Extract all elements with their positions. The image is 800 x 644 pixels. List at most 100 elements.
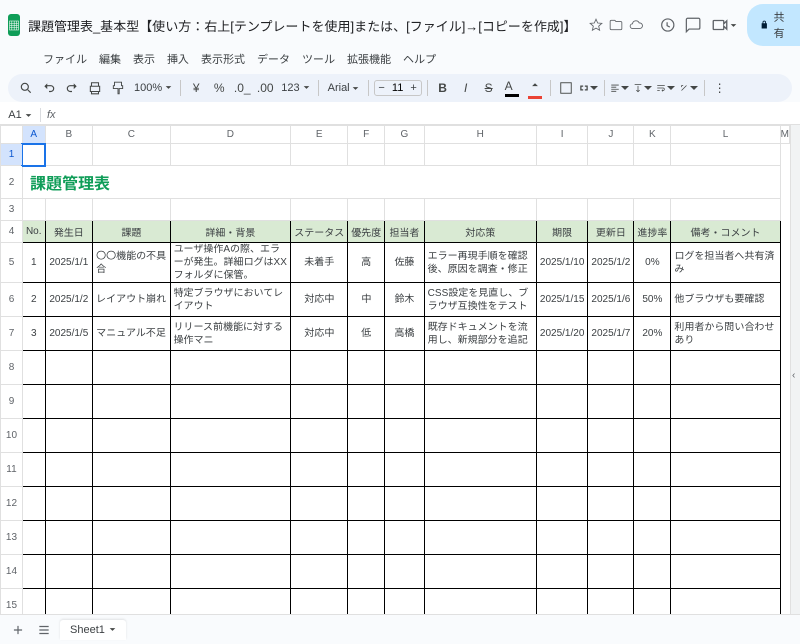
font-size-input[interactable]: [389, 82, 407, 94]
share-button[interactable]: 共有: [747, 4, 800, 46]
row-header[interactable]: 13: [1, 521, 23, 555]
cell[interactable]: エラー再現手順を確認後、原因を調査・修正: [424, 243, 536, 283]
cell[interactable]: 低: [348, 317, 385, 351]
cell[interactable]: 対応中: [291, 283, 348, 317]
cell[interactable]: 50%: [634, 283, 671, 317]
menu-data[interactable]: データ: [252, 48, 295, 70]
formula-input[interactable]: [62, 109, 800, 121]
font-size-plus[interactable]: +: [407, 81, 421, 95]
cloud-icon[interactable]: [629, 18, 643, 32]
cell[interactable]: CSS設定を見直し、ブラウザ互換性をテスト: [424, 283, 536, 317]
col-header[interactable]: M: [780, 126, 789, 144]
menu-view[interactable]: 表示: [128, 48, 160, 70]
valign-button[interactable]: [633, 78, 653, 98]
print-icon[interactable]: [85, 78, 105, 98]
cell[interactable]: ログを担当者へ共有済み: [671, 243, 780, 283]
table-header[interactable]: 更新日: [588, 221, 634, 243]
cell[interactable]: 他ブラウザも要確認: [671, 283, 780, 317]
cell[interactable]: 〇〇機能の不具合: [93, 243, 170, 283]
table-header[interactable]: 対応策: [424, 221, 536, 243]
row-header[interactable]: 1: [1, 144, 23, 166]
redo-icon[interactable]: [62, 78, 82, 98]
font-select[interactable]: Arial: [324, 82, 363, 94]
paint-format-icon[interactable]: [108, 78, 128, 98]
row-header[interactable]: 15: [1, 589, 23, 615]
table-header[interactable]: 備考・コメント: [671, 221, 780, 243]
comment-icon[interactable]: [685, 16, 701, 34]
cell[interactable]: 中: [348, 283, 385, 317]
menu-tools[interactable]: ツール: [297, 48, 340, 70]
row-header[interactable]: 12: [1, 487, 23, 521]
row-header[interactable]: 4: [1, 221, 23, 243]
zoom-select[interactable]: 100%: [131, 82, 175, 94]
search-menus-icon[interactable]: [16, 78, 36, 98]
col-header[interactable]: J: [588, 126, 634, 144]
cell[interactable]: [22, 351, 45, 385]
currency-icon[interactable]: ¥: [186, 78, 206, 98]
cell[interactable]: 既存ドキュメントを流用し、新規部分を追記: [424, 317, 536, 351]
rotate-button[interactable]: [679, 78, 699, 98]
col-header[interactable]: L: [671, 126, 780, 144]
cell[interactable]: 2025/1/1: [45, 243, 93, 283]
sheet-tab[interactable]: Sheet1: [60, 620, 126, 640]
cell[interactable]: 佐藤: [385, 243, 424, 283]
meet-icon[interactable]: [711, 16, 737, 34]
folder-icon[interactable]: [609, 18, 623, 32]
undo-icon[interactable]: [39, 78, 59, 98]
col-header[interactable]: I: [536, 126, 588, 144]
fill-color-button[interactable]: [525, 78, 545, 98]
table-header[interactable]: ステータス: [291, 221, 348, 243]
format-number-select[interactable]: 123: [278, 82, 312, 94]
col-header[interactable]: G: [385, 126, 424, 144]
col-header[interactable]: A: [22, 126, 45, 144]
row-header[interactable]: 7: [1, 317, 23, 351]
sheets-logo[interactable]: ▦: [8, 14, 20, 36]
borders-button[interactable]: [556, 78, 576, 98]
font-size-minus[interactable]: −: [375, 81, 389, 95]
col-header[interactable]: K: [634, 126, 671, 144]
row-header[interactable]: 11: [1, 453, 23, 487]
percent-icon[interactable]: %: [209, 78, 229, 98]
row-header[interactable]: 9: [1, 385, 23, 419]
menu-file[interactable]: ファイル: [38, 48, 92, 70]
table-header[interactable]: 担当者: [385, 221, 424, 243]
italic-button[interactable]: I: [456, 78, 476, 98]
increase-decimal-icon[interactable]: .00: [255, 78, 275, 98]
cell[interactable]: 20%: [634, 317, 671, 351]
name-box[interactable]: A1: [0, 109, 40, 121]
all-sheets-button[interactable]: [34, 620, 54, 640]
cell[interactable]: 特定ブラウザにおいてレイアウト: [170, 283, 291, 317]
row-header[interactable]: 2: [1, 166, 23, 199]
cell[interactable]: 2025/1/20: [536, 317, 588, 351]
star-icon[interactable]: [589, 18, 603, 32]
menu-extensions[interactable]: 拡張機能: [342, 48, 396, 70]
menu-format[interactable]: 表示形式: [196, 48, 250, 70]
cell[interactable]: 2025/1/10: [536, 243, 588, 283]
merge-button[interactable]: [579, 78, 599, 98]
cell[interactable]: 対応中: [291, 317, 348, 351]
cell[interactable]: 高橋: [385, 317, 424, 351]
decrease-decimal-icon[interactable]: .0_: [232, 78, 252, 98]
table-header[interactable]: 期限: [536, 221, 588, 243]
cell[interactable]: 2025/1/6: [588, 283, 634, 317]
cell[interactable]: リリース前機能に対する操作マニ: [170, 317, 291, 351]
table-header[interactable]: No.: [22, 221, 45, 243]
history-icon[interactable]: [659, 16, 675, 34]
document-title[interactable]: 課題管理表_基本型【使い方：右上[テンプレートを使用]または、[ファイル]→[コ…: [28, 16, 577, 35]
row-header[interactable]: 8: [1, 351, 23, 385]
col-header[interactable]: C: [93, 126, 170, 144]
spreadsheet-grid[interactable]: A B C D E F G H I J K L M 1 2課題管理表 3 4 N…: [0, 125, 790, 614]
menu-insert[interactable]: 挿入: [162, 48, 194, 70]
menu-edit[interactable]: 編集: [94, 48, 126, 70]
table-header[interactable]: 進捗率: [634, 221, 671, 243]
cell[interactable]: 2025/1/2: [588, 243, 634, 283]
text-color-button[interactable]: A: [502, 78, 522, 98]
more-toolbar-icon[interactable]: ⋮: [710, 78, 730, 98]
table-header[interactable]: 詳細・背景: [170, 221, 291, 243]
col-header[interactable]: D: [170, 126, 291, 144]
cell[interactable]: 2025/1/15: [536, 283, 588, 317]
col-header[interactable]: E: [291, 126, 348, 144]
table-header[interactable]: 課題: [93, 221, 170, 243]
col-header[interactable]: F: [348, 126, 385, 144]
cell[interactable]: 鈴木: [385, 283, 424, 317]
